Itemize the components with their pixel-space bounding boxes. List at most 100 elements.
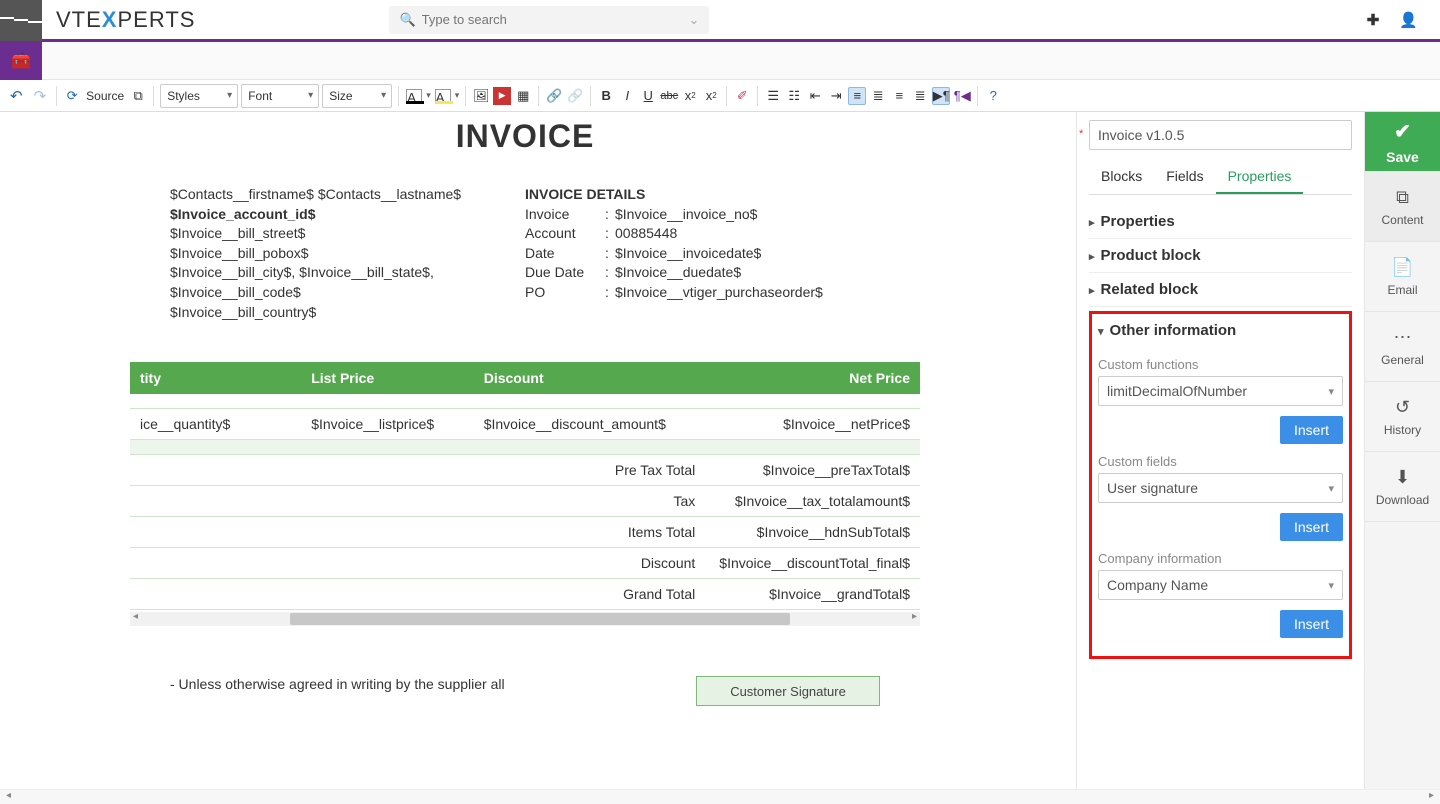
action-rail: ✔ Save ⧉ Content 📄 Email ⋯ General ↺ His… [1364,112,1440,789]
strike-icon[interactable]: abc [660,87,678,105]
insert-company-info-button[interactable]: Insert [1280,610,1343,638]
save-button[interactable]: ✔ Save [1365,112,1440,172]
from-line: $Invoice__bill_pobox$ [170,244,525,264]
customer-signature-box[interactable]: Customer Signature [696,676,880,706]
content-icon: ⧉ [1396,187,1409,208]
chevron-down-icon[interactable]: ⌄ [689,12,700,28]
numbered-list-icon[interactable]: ☰ [764,87,782,105]
source-button[interactable]: Source [84,89,126,103]
tab-properties[interactable]: Properties [1216,160,1304,194]
source-icon[interactable]: ⟳ [63,87,81,105]
company-info-label: Company information [1098,551,1343,566]
th-qty: tity [130,362,301,394]
company-info-select[interactable]: Company Name [1098,570,1343,600]
module-icon[interactable]: 🧰 [0,42,42,80]
rail-general[interactable]: ⋯ General [1365,312,1440,382]
from-line: $Invoice__bill_country$ [170,303,525,323]
image-icon[interactable]: 🖼 [472,87,490,105]
table-header-row: tity List Price Discount Net Price [130,362,920,394]
top-right-icons: ✚ 👤 [1367,11,1440,29]
canvas-area[interactable]: INVOICE $Contacts__firstname$ $Contacts_… [0,112,1076,789]
line-items-table: tity List Price Discount Net Price ice__… [130,362,920,610]
section-related-block[interactable]: Related block [1089,273,1352,307]
details-heading: INVOICE DETAILS [525,185,880,205]
undo-icon[interactable]: ↶ [6,85,27,107]
from-line: $Contacts__firstname$ $Contacts__lastnam… [170,185,525,205]
email-icon: 📄 [1391,257,1413,278]
rtl-icon[interactable]: ¶◀ [953,87,971,105]
help-icon[interactable]: ? [984,87,1002,105]
bullet-list-icon[interactable]: ☷ [785,87,803,105]
unlink-icon[interactable]: 🔗 [566,87,584,105]
table-row: ice__quantity$ $Invoice__listprice$ $Inv… [130,409,920,440]
section-product-block[interactable]: Product block [1089,239,1352,273]
search-icon: 🔍 [399,12,415,28]
subscript-icon[interactable]: x2 [681,87,699,105]
from-line: $Invoice__bill_street$ [170,224,525,244]
templates-icon[interactable]: ⧉ [129,87,147,105]
user-icon[interactable]: 👤 [1399,11,1418,29]
top-bar: VTEXPERTS 🔍 ⌄ ✚ 👤 [0,0,1440,42]
insert-custom-function-button[interactable]: Insert [1280,416,1343,444]
bold-icon[interactable]: B [597,87,615,105]
italic-icon[interactable]: I [618,87,636,105]
ltr-icon[interactable]: ▶¶ [932,87,950,105]
styles-select[interactable]: Styles [160,84,238,108]
rail-history[interactable]: ↺ History [1365,382,1440,452]
align-center-icon[interactable]: ≣ [869,87,887,105]
menu-icon[interactable] [0,0,42,41]
outdent-icon[interactable]: ⇤ [806,87,824,105]
search-input[interactable] [422,12,689,27]
bg-color-icon[interactable]: A [434,87,452,105]
insert-custom-field-button[interactable]: Insert [1280,513,1343,541]
th-discount: Discount [474,362,710,394]
custom-fields-select[interactable]: User signature [1098,473,1343,503]
invoice-details: INVOICE DETAILS Invoice:$Invoice__invoic… [525,185,880,322]
custom-functions-select[interactable]: limitDecimalOfNumber [1098,376,1343,406]
remove-format-icon[interactable]: ✐ [733,87,751,105]
section-other-information-highlight: Other information Custom functions limit… [1089,311,1352,659]
history-icon: ↺ [1395,397,1410,418]
custom-functions-label: Custom functions [1098,357,1343,372]
underline-icon[interactable]: U [639,87,657,105]
font-select[interactable]: Font [241,84,319,108]
rail-download[interactable]: ⬇ Download [1365,452,1440,522]
custom-fields-label: Custom fields [1098,454,1343,469]
align-justify-icon[interactable]: ≣ [911,87,929,105]
properties-panel: * Invoice v1.0.5 Blocks Fields Propertie… [1076,112,1364,789]
from-line: $Invoice_account_id$ [170,205,525,225]
redo-icon[interactable]: ↷ [30,85,51,107]
download-icon: ⬇ [1395,467,1410,488]
indent-icon[interactable]: ⇥ [827,87,845,105]
align-left-icon[interactable]: ≡ [848,87,866,105]
document-name-input[interactable]: Invoice v1.0.5 [1089,120,1352,150]
breadcrumb-row: 🧰 DOCUMENT DESIGNER › Adding new [0,42,1440,80]
tab-blocks[interactable]: Blocks [1089,160,1154,194]
rail-content[interactable]: ⧉ Content [1365,172,1440,242]
required-asterisk: * [1079,128,1083,140]
editor-toolbar: ↶ ↷ ⟳ Source ⧉ Styles Font Size A▾ A▾ 🖼 … [0,80,1440,112]
th-net: Net Price [709,362,920,394]
flash-icon[interactable]: ▶ [493,87,511,105]
size-select[interactable]: Size [322,84,392,108]
section-other-information[interactable]: Other information [1098,320,1343,347]
panel-tabs: Blocks Fields Properties [1089,160,1352,195]
from-block: $Contacts__firstname$ $Contacts__lastnam… [170,185,525,322]
rail-email[interactable]: 📄 Email [1365,242,1440,312]
link-icon[interactable]: 🔗 [545,87,563,105]
window-horizontal-scrollbar[interactable] [0,789,1440,804]
document-paper[interactable]: INVOICE $Contacts__firstname$ $Contacts_… [130,112,920,736]
th-price: List Price [301,362,474,394]
footer-note: - Unless otherwise agreed in writing by … [170,676,505,692]
align-right-icon[interactable]: ≡ [890,87,908,105]
section-properties[interactable]: Properties [1089,205,1352,239]
superscript-icon[interactable]: x2 [702,87,720,105]
table-horizontal-scrollbar[interactable] [130,612,920,626]
table-icon[interactable]: ▦ [514,87,532,105]
tab-fields[interactable]: Fields [1154,160,1215,194]
text-color-icon[interactable]: A [405,87,423,105]
from-line: $Invoice__bill_city$, $Invoice__bill_sta… [170,263,525,302]
more-icon: ⋯ [1394,327,1412,348]
global-search[interactable]: 🔍 ⌄ [389,6,709,34]
add-icon[interactable]: ✚ [1367,11,1380,29]
